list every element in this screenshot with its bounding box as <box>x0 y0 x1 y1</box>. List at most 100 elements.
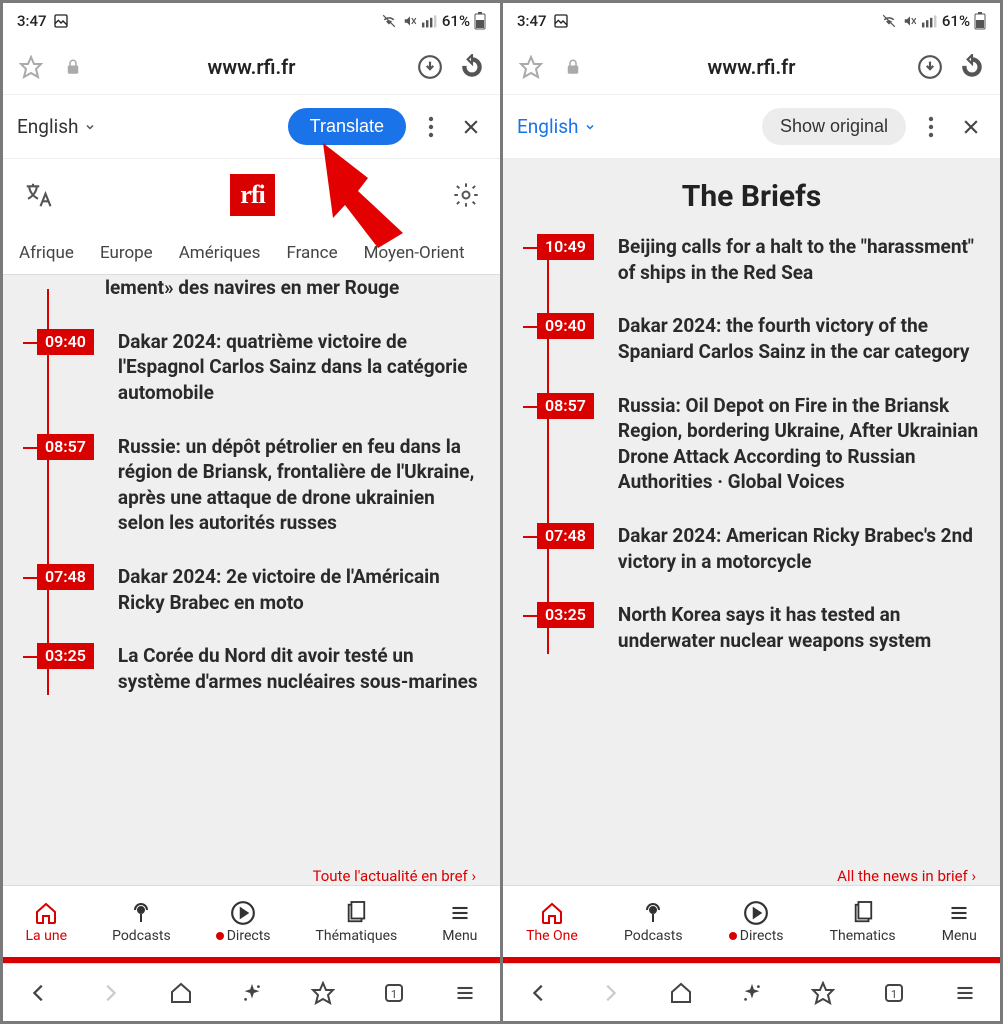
news-item[interactable]: 03:25 North Korea says it has tested an … <box>547 602 984 653</box>
nav-menu[interactable]: Menu <box>442 900 477 944</box>
language-select[interactable]: English <box>17 115 96 138</box>
site-bottom-nav: La une Podcasts Directs Thématiques Menu <box>3 885 500 957</box>
signal-icon <box>422 14 438 28</box>
bookmark-star-icon[interactable] <box>808 978 838 1008</box>
news-item[interactable]: 07:48 Dakar 2024: 2e victoire de l'Améri… <box>47 564 484 615</box>
headline: Dakar 2024: quatrième victoire de l'Espa… <box>118 329 484 406</box>
reload-icon[interactable] <box>458 53 486 81</box>
reload-icon[interactable] <box>958 53 986 81</box>
home-icon[interactable] <box>166 978 196 1008</box>
favorite-star-icon[interactable] <box>517 53 545 81</box>
translate-icon[interactable] <box>23 180 53 210</box>
site-bottom-nav: The One Podcasts Directs Thematics Menu <box>503 885 1000 957</box>
status-bar: 3:47 61% <box>503 3 1000 39</box>
nav-label: Menu <box>442 928 477 944</box>
volume-off-icon <box>402 14 418 28</box>
headline: North Korea says it has tested an underw… <box>618 602 984 653</box>
close-icon[interactable] <box>956 112 986 142</box>
status-time: 3:47 <box>517 12 547 30</box>
volume-off-icon <box>902 14 918 28</box>
svg-text:1: 1 <box>390 988 396 1001</box>
bookmark-star-icon[interactable] <box>308 978 338 1008</box>
svg-text:1: 1 <box>890 988 896 1001</box>
headline: Dakar 2024: 2e victoire de l'Américain R… <box>118 564 484 615</box>
tabs-icon[interactable]: 1 <box>879 978 909 1008</box>
news-item[interactable]: 08:57 Russie: un dépôt pétrolier en feu … <box>47 434 484 537</box>
back-icon[interactable] <box>24 978 54 1008</box>
battery-icon <box>474 12 486 30</box>
headline: lement» des navires en mer Rouge <box>105 275 484 301</box>
nav-label: Menu <box>942 928 977 944</box>
nav-home[interactable]: La une <box>26 900 68 944</box>
home-icon[interactable] <box>666 978 696 1008</box>
nav-label: Podcasts <box>624 928 683 944</box>
news-item[interactable]: lement» des navires en mer Rouge <box>47 283 484 301</box>
nav-thematics[interactable]: Thematics <box>830 900 896 944</box>
tab-moyen-orient[interactable]: Moyen-Orient <box>364 243 465 263</box>
tab-afrique[interactable]: Afrique <box>19 243 74 263</box>
back-icon[interactable] <box>524 978 554 1008</box>
favorite-star-icon[interactable] <box>17 53 45 81</box>
news-item[interactable]: 03:25 La Corée du Nord dit avoir testé u… <box>47 643 484 694</box>
news-item[interactable]: 09:40 Dakar 2024: the fourth victory of … <box>547 313 984 364</box>
sparkle-icon[interactable] <box>737 978 767 1008</box>
browser-url-bar: www.rfi.fr <box>3 39 500 95</box>
url-text[interactable]: www.rfi.fr <box>601 55 902 79</box>
download-icon[interactable] <box>416 53 444 81</box>
chevron-down-icon <box>84 121 96 133</box>
phone-left: 3:47 61% www.rfi.fr <box>3 3 500 1021</box>
nav-directs[interactable]: Directs <box>216 900 271 944</box>
more-icon[interactable] <box>916 112 946 142</box>
nav-menu[interactable]: Menu <box>942 900 977 944</box>
more-link[interactable]: All the news in brief <box>837 867 984 885</box>
download-icon[interactable] <box>916 53 944 81</box>
sparkle-icon[interactable] <box>237 978 267 1008</box>
forward-icon[interactable] <box>595 978 625 1008</box>
status-bar: 3:47 61% <box>3 3 500 39</box>
tabs-icon[interactable]: 1 <box>379 978 409 1008</box>
tab-ameriques[interactable]: Amériques <box>179 243 261 263</box>
image-icon <box>553 13 569 29</box>
nav-label: Thématiques <box>316 928 398 944</box>
nav-thematics[interactable]: Thématiques <box>316 900 398 944</box>
show-original-button[interactable]: Show original <box>762 108 906 145</box>
nav-directs[interactable]: Directs <box>729 900 784 944</box>
wifi-off-icon <box>380 14 398 28</box>
time-tag: 08:57 <box>37 434 94 460</box>
gear-icon[interactable] <box>452 181 480 209</box>
time-tag: 09:40 <box>37 329 94 355</box>
news-content[interactable]: lement» des navires en mer Rouge 09:40 D… <box>3 275 500 885</box>
browser-url-bar: www.rfi.fr <box>503 39 1000 95</box>
nav-label: La une <box>26 928 68 944</box>
news-item[interactable]: 09:40 Dakar 2024: quatrième victoire de … <box>47 329 484 406</box>
category-tabs[interactable]: Afrique Europe Amériques France Moyen-Or… <box>3 231 500 275</box>
forward-icon[interactable] <box>95 978 125 1008</box>
news-content[interactable]: The Briefs 10:49 Beijing calls for a hal… <box>503 159 1000 885</box>
language-select[interactable]: English <box>517 115 596 138</box>
menu-icon[interactable] <box>450 978 480 1008</box>
time-tag: 07:48 <box>37 564 94 590</box>
nav-label: Directs <box>729 928 784 944</box>
url-text[interactable]: www.rfi.fr <box>101 55 402 79</box>
tab-france[interactable]: France <box>286 243 337 263</box>
close-icon[interactable] <box>456 112 486 142</box>
tab-europe[interactable]: Europe <box>100 243 153 263</box>
status-time: 3:47 <box>17 12 47 30</box>
news-item[interactable]: 07:48 Dakar 2024: American Ricky Brabec'… <box>547 523 984 574</box>
menu-icon[interactable] <box>950 978 980 1008</box>
time-tag: 10:49 <box>537 234 594 260</box>
more-icon[interactable] <box>416 112 446 142</box>
news-item[interactable]: 08:57 Russia: Oil Depot on Fire in the B… <box>547 393 984 496</box>
nav-home[interactable]: The One <box>526 900 578 944</box>
rfi-logo[interactable]: rfi <box>230 174 274 216</box>
more-link[interactable]: Toute l'actualité en bref <box>313 867 485 885</box>
translate-button[interactable]: Translate <box>288 108 406 145</box>
nav-podcasts[interactable]: Podcasts <box>624 900 683 944</box>
time-tag: 09:40 <box>537 313 594 339</box>
time-tag: 03:25 <box>37 643 94 669</box>
headline: Dakar 2024: American Ricky Brabec's 2nd … <box>618 523 984 574</box>
signal-icon <box>922 14 938 28</box>
news-item[interactable]: 10:49 Beijing calls for a halt to the "h… <box>547 234 984 285</box>
nav-podcasts[interactable]: Podcasts <box>112 900 171 944</box>
image-icon <box>53 13 69 29</box>
